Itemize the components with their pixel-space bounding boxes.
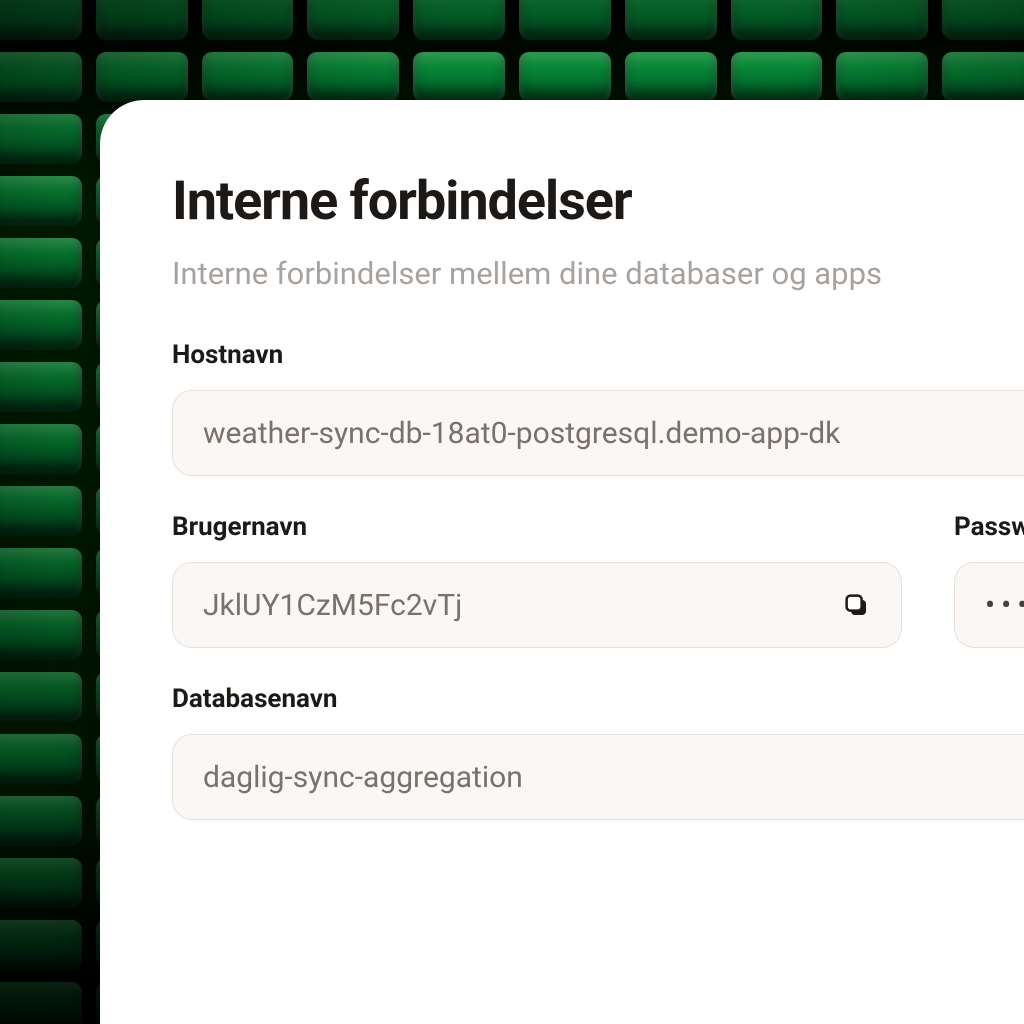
bg-tile (202, 0, 294, 38)
database-value: daglig-sync-aggregation (203, 760, 1024, 795)
field-hostname: Hostnavn weather-sync-db-18at0-postgresq… (172, 340, 1024, 476)
database-value-box[interactable]: daglig-sync-aggregation (172, 734, 1024, 820)
connections-card: Interne forbindelser Interne forbindelse… (100, 100, 1024, 1024)
bg-tile (307, 52, 399, 100)
bg-tile (942, 52, 1024, 100)
bg-tile (0, 238, 82, 286)
bg-tile (0, 52, 82, 100)
bg-tile (0, 114, 82, 162)
bg-tile (413, 0, 505, 38)
bg-tile (0, 176, 82, 224)
username-value-box[interactable]: JklUY1CzM5Fc2vTj (172, 562, 902, 648)
bg-tile (0, 300, 82, 348)
bg-tile (96, 52, 188, 100)
bg-tile (0, 796, 82, 844)
bg-tile (836, 0, 928, 38)
bg-tile (0, 858, 82, 906)
bg-tile (413, 52, 505, 100)
bg-tile (0, 920, 82, 968)
bg-tile (836, 52, 928, 100)
username-value: JklUY1CzM5Fc2vTj (203, 588, 825, 623)
username-label: Brugernavn (172, 512, 902, 542)
bg-tile (307, 0, 399, 38)
bg-tile (942, 0, 1024, 38)
bg-tile (625, 0, 717, 38)
bg-tile (0, 424, 82, 472)
password-value-box[interactable]: •••••••••• (954, 562, 1024, 648)
bg-tile (0, 548, 82, 596)
bg-tile (0, 672, 82, 720)
bg-tile (731, 52, 823, 100)
bg-tile (96, 0, 188, 38)
hostname-value-box[interactable]: weather-sync-db-18at0-postgresql.demo-ap… (172, 390, 1024, 476)
bg-tile (625, 52, 717, 100)
bg-tile (0, 734, 82, 782)
database-label: Databasenavn (172, 684, 1024, 714)
bg-tile (202, 52, 294, 100)
copy-icon[interactable] (841, 590, 871, 620)
bg-tile (0, 362, 82, 410)
page-subtitle: Interne forbindelser mellem dine databas… (172, 255, 1024, 292)
field-password: Password •••••••••• (954, 512, 1024, 648)
bg-tile (519, 0, 611, 38)
bg-tile (0, 982, 82, 1024)
bg-tile (731, 0, 823, 38)
password-label: Password (954, 512, 1024, 542)
password-value-masked: •••••••••• (985, 588, 1024, 623)
field-database: Databasenavn daglig-sync-aggregation (172, 684, 1024, 820)
page-title: Interne forbindelser (172, 170, 1024, 233)
bg-tile (0, 610, 82, 658)
field-username: Brugernavn JklUY1CzM5Fc2vTj (172, 512, 902, 648)
hostname-value: weather-sync-db-18at0-postgresql.demo-ap… (203, 416, 1024, 451)
hostname-label: Hostnavn (172, 340, 1024, 370)
bg-tile (519, 52, 611, 100)
bg-tile (0, 486, 82, 534)
bg-tile (0, 0, 82, 38)
